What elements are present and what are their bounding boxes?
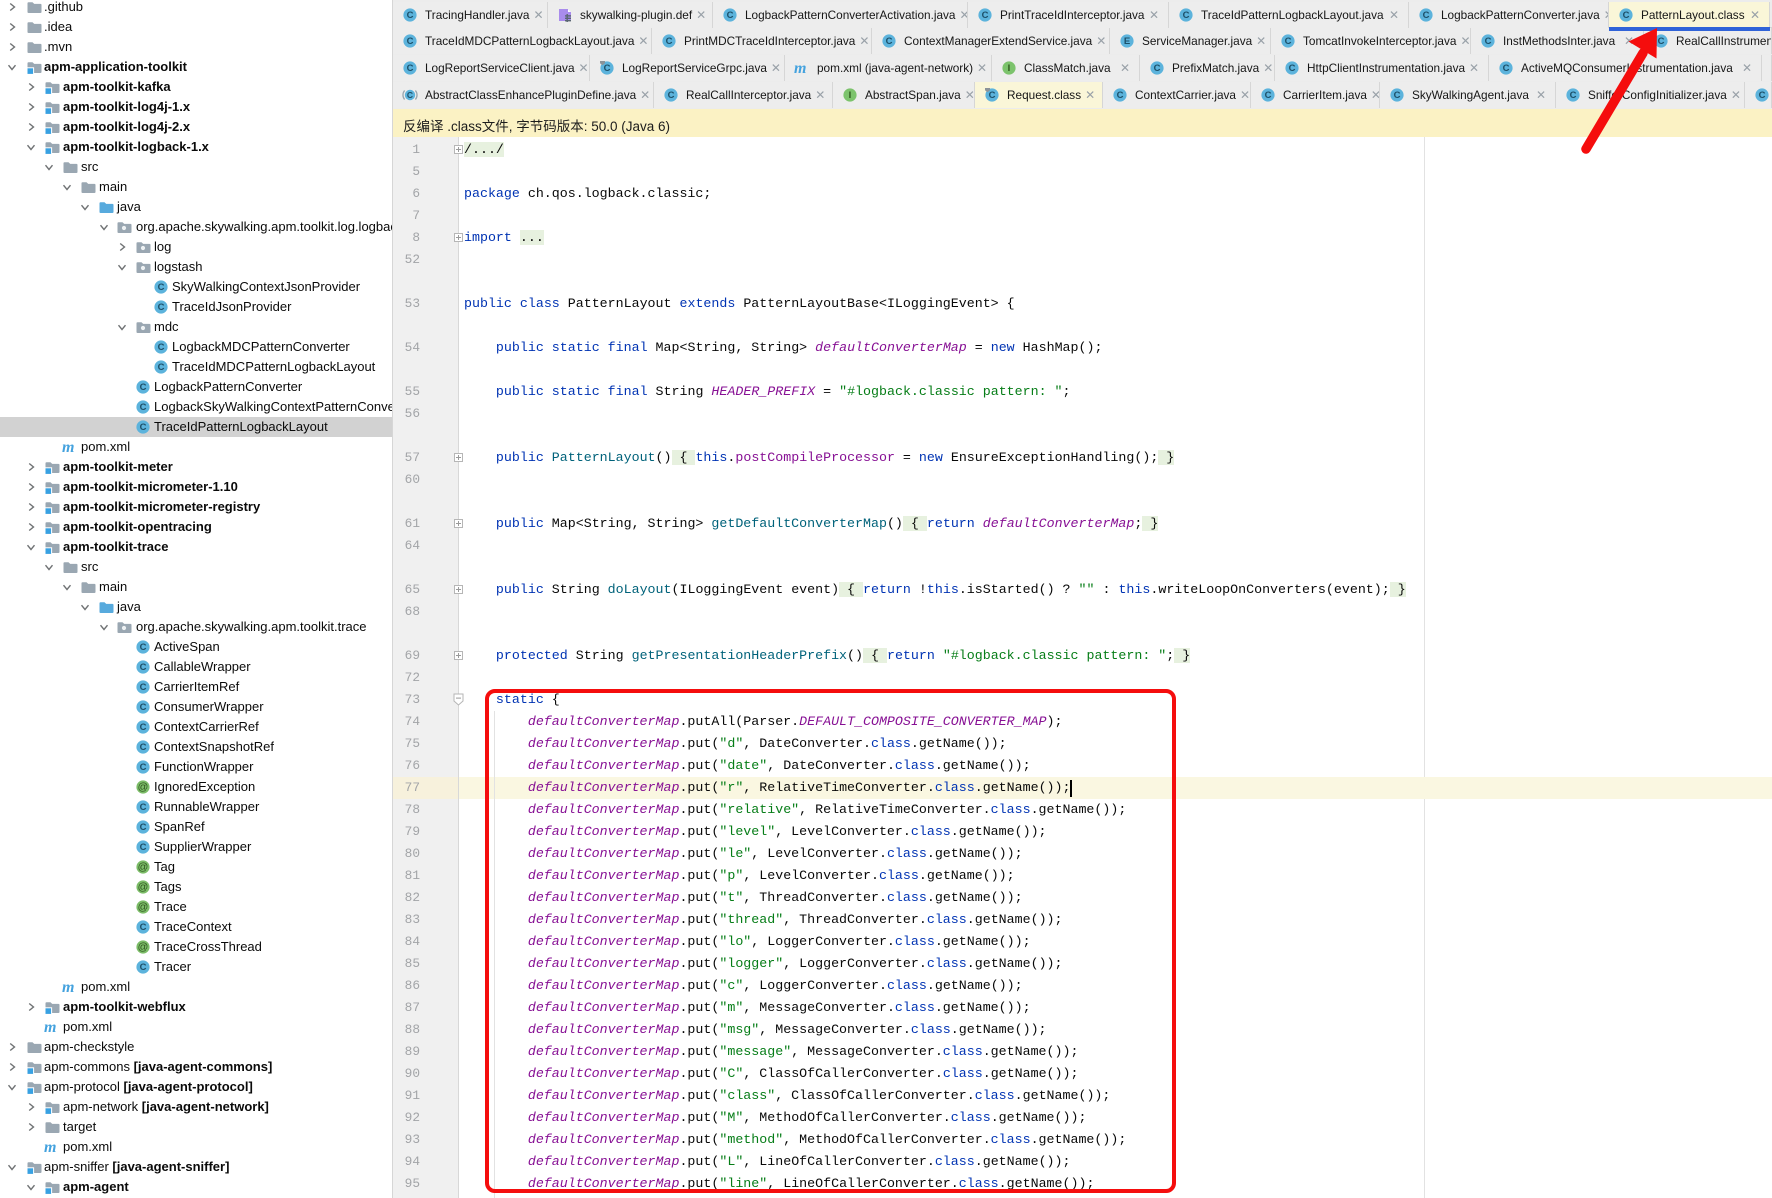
svg-text:m: m <box>44 1139 56 1155</box>
svg-text:C: C <box>140 742 147 753</box>
svg-text:C: C <box>1285 36 1292 47</box>
svg-text:C: C <box>1503 63 1510 74</box>
svg-text:C: C <box>1265 90 1272 101</box>
svg-text:C: C <box>407 36 414 47</box>
svg-text:C: C <box>982 10 989 21</box>
svg-text:C: C <box>140 822 147 833</box>
svg-text:I: I <box>1008 63 1011 74</box>
svg-text:C: C <box>668 90 675 101</box>
svg-text:@: @ <box>138 901 149 913</box>
svg-text:C: C <box>1658 36 1665 47</box>
svg-text:C: C <box>1570 90 1577 101</box>
svg-text:C: C <box>140 962 147 973</box>
svg-text:C: C <box>158 282 165 293</box>
svg-text:C: C <box>666 36 673 47</box>
svg-text:C: C <box>1423 10 1430 21</box>
svg-text:I: I <box>849 90 852 101</box>
svg-text:m: m <box>62 979 74 995</box>
svg-text:C: C <box>140 422 147 433</box>
svg-text:@: @ <box>138 861 149 873</box>
svg-text:C: C <box>989 90 996 101</box>
svg-text:C: C <box>1485 36 1492 47</box>
svg-text:C: C <box>140 722 147 733</box>
svg-text:C: C <box>886 36 893 47</box>
svg-text:C: C <box>140 402 147 413</box>
svg-text:C: C <box>407 10 414 21</box>
svg-text:C: C <box>140 702 147 713</box>
svg-text:C: C <box>158 302 165 313</box>
svg-text:C: C <box>140 842 147 853</box>
svg-text:C: C <box>1117 90 1124 101</box>
svg-text:C: C <box>727 10 734 21</box>
svg-text:C: C <box>140 762 147 773</box>
svg-text:C: C <box>140 682 147 693</box>
svg-text:C: C <box>158 362 165 373</box>
svg-text:C: C <box>604 63 611 74</box>
svg-text:C: C <box>140 922 147 933</box>
svg-text:@: @ <box>138 781 149 793</box>
svg-text:C: C <box>140 802 147 813</box>
svg-text:m: m <box>62 439 74 455</box>
svg-text:C: C <box>140 382 147 393</box>
svg-text:@: @ <box>138 941 149 953</box>
svg-text:C: C <box>1154 63 1161 74</box>
svg-text:m: m <box>794 60 806 76</box>
svg-text:@: @ <box>138 881 149 893</box>
svg-text:C: C <box>1183 10 1190 21</box>
svg-text:C: C <box>1289 63 1296 74</box>
svg-text:C: C <box>158 342 165 353</box>
svg-text:C: C <box>140 662 147 673</box>
svg-text:C: C <box>1394 90 1401 101</box>
svg-text:C: C <box>407 63 414 74</box>
svg-text:E: E <box>1124 36 1130 47</box>
svg-text:C: C <box>140 642 147 653</box>
svg-text:C: C <box>1759 90 1766 101</box>
svg-text:C: C <box>407 90 413 100</box>
svg-text:m: m <box>44 1019 56 1035</box>
svg-text:C: C <box>1623 10 1630 21</box>
